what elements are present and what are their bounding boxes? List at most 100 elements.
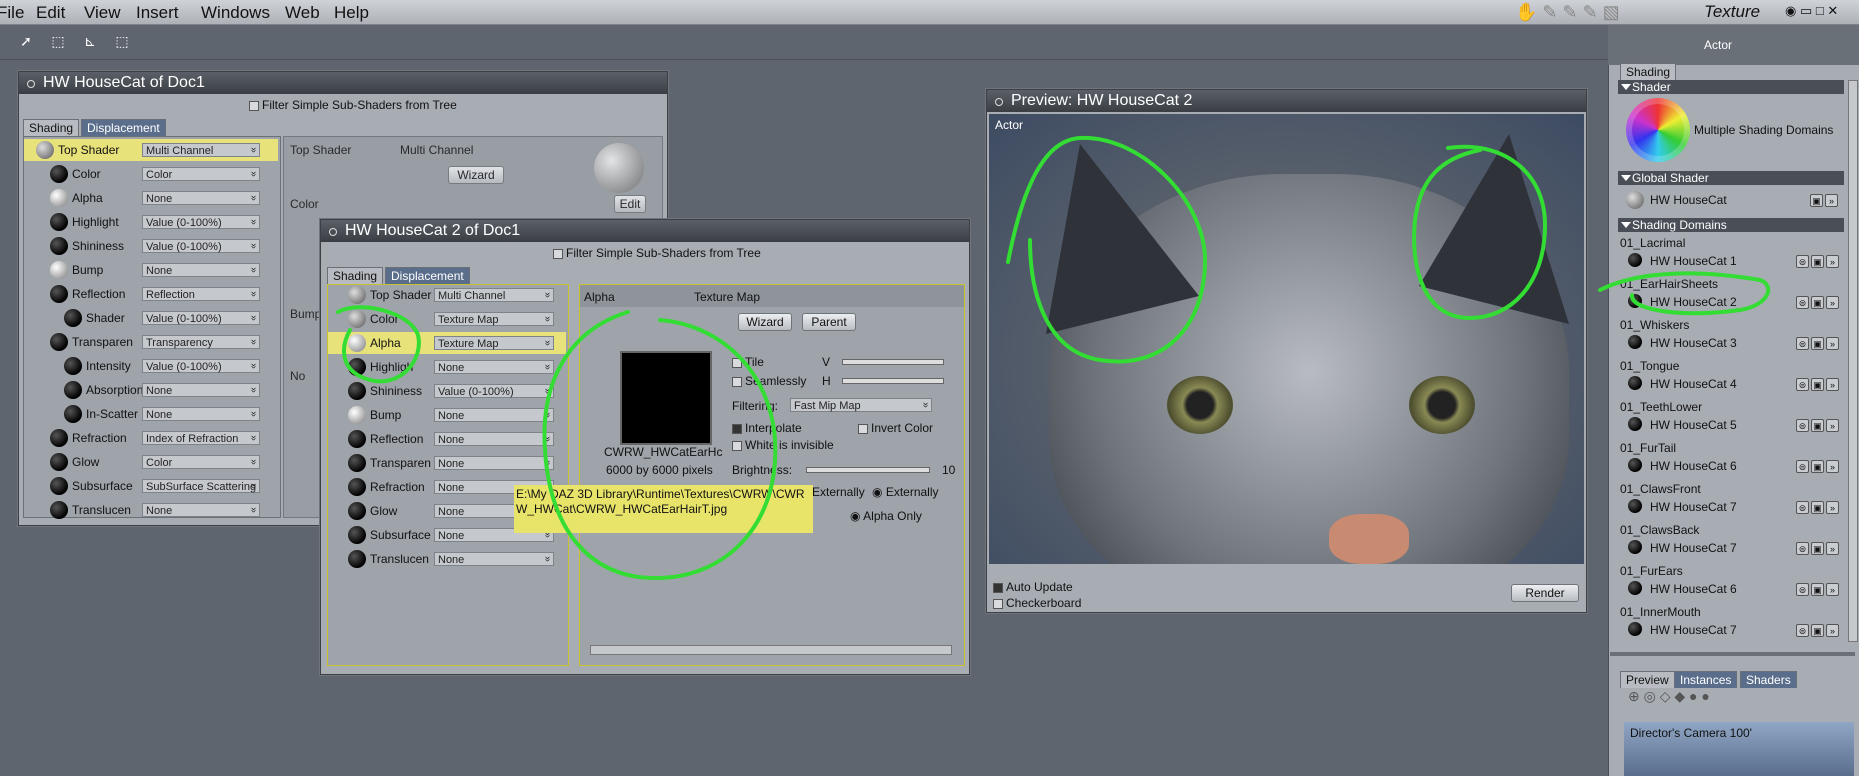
domain-shader-name[interactable]: HW HouseCat 4 <box>1650 377 1737 391</box>
h-slider[interactable] <box>842 378 944 384</box>
tab-shading-panel[interactable]: Shading <box>1620 63 1677 80</box>
tree-row-select[interactable]: Texture Map <box>434 336 554 350</box>
tree-row-select[interactable]: None <box>142 191 260 205</box>
shader-section[interactable]: Shader <box>1618 80 1844 94</box>
global-shader-name[interactable]: HW HouseCat <box>1650 193 1727 207</box>
tree-row[interactable]: Color Color <box>24 163 278 185</box>
tree-row-select[interactable]: Multi Channel <box>142 143 260 157</box>
tree-row-select[interactable]: SubSurface Scattering <box>142 479 260 493</box>
shading-domain-item[interactable]: 01_Tongue HW HouseCat 4 ⊜ ▣» <box>1620 357 1840 397</box>
menu-help[interactable]: Help <box>334 3 369 23</box>
domain-shader-name[interactable]: HW HouseCat 6 <box>1650 459 1737 473</box>
tree-row[interactable]: Highlight Value (0-100%) <box>24 211 278 233</box>
tab-shading[interactable]: Shading <box>23 119 80 136</box>
tree-row-select[interactable]: Value (0-100%) <box>142 311 260 325</box>
checkbox-icon[interactable] <box>553 248 563 259</box>
tree-row[interactable]: Refraction Index of Refraction <box>24 427 278 449</box>
tree-row[interactable]: Shininess Value (0-100%) <box>328 380 566 402</box>
domain-buttons[interactable]: ⊜ ▣» <box>1796 295 1848 309</box>
domain-buttons[interactable]: ⊜ ▣» <box>1796 459 1848 473</box>
tree-row[interactable]: Transparen Transparency <box>24 331 278 353</box>
tree-row[interactable]: Alpha Texture Map <box>328 332 566 354</box>
tree-row[interactable]: Top Shader Multi Channel <box>328 284 566 306</box>
domain-shader-name[interactable]: HW HouseCat 2 <box>1650 295 1737 309</box>
white-invisible-checkbox[interactable]: White is invisible <box>732 438 834 452</box>
tab-preview[interactable]: Preview <box>1620 671 1675 688</box>
externally-radio[interactable]: ◉ Externally <box>872 485 939 499</box>
tree-row-select[interactable]: None <box>142 263 260 277</box>
box-select-icon[interactable]: ⬚ <box>48 31 68 51</box>
invert-color-checkbox[interactable]: Invert Color <box>858 421 933 435</box>
tree-row[interactable]: Reflection None <box>328 428 566 450</box>
tree-row[interactable]: Highligh None <box>328 356 566 378</box>
v-slider[interactable] <box>842 359 944 365</box>
filter-checkbox[interactable]: Filter Simple Sub-Shaders from Tree <box>553 246 761 260</box>
shading-domains-section[interactable]: Shading Domains <box>1618 218 1844 232</box>
tree-row[interactable]: Color Texture Map <box>328 308 566 330</box>
tree-row[interactable]: Glow Color <box>24 451 278 473</box>
menu-windows[interactable]: Windows <box>201 3 270 23</box>
tree-row-select[interactable]: Value (0-100%) <box>142 239 260 253</box>
shading-domain-item[interactable]: 01_EarHairSheets HW HouseCat 2 ⊜ ▣» <box>1620 275 1840 315</box>
window-titlebar[interactable]: HW HouseCat of Doc1 <box>19 72 667 94</box>
close-dot-icon[interactable] <box>995 98 1003 106</box>
rotate-tool-icon[interactable]: ⊾ <box>80 31 100 51</box>
shading-domain-item[interactable]: 01_ClawsBack HW HouseCat 7 ⊜ ▣» <box>1620 521 1840 561</box>
tree-row-select[interactable]: Value (0-100%) <box>142 359 260 373</box>
domain-buttons[interactable]: ⊜ ▣» <box>1796 336 1848 350</box>
shading-domain-item[interactable]: 01_FurTail HW HouseCat 6 ⊜ ▣» <box>1620 439 1840 479</box>
domain-shader-name[interactable]: HW HouseCat 1 <box>1650 254 1737 268</box>
close-dot-icon[interactable] <box>329 228 337 236</box>
close-dot-icon[interactable] <box>27 80 35 88</box>
tree-row-select[interactable]: Color <box>142 455 260 469</box>
domain-buttons[interactable]: ⊜ ▣» <box>1796 254 1848 268</box>
window-titlebar[interactable]: Preview: HW HouseCat 2 <box>987 90 1586 112</box>
tree-row[interactable]: Bump None <box>328 404 566 426</box>
menu-view[interactable]: View <box>84 3 121 23</box>
texture-thumbnail[interactable] <box>620 351 712 445</box>
tab-displacement[interactable]: Displacement <box>81 119 166 136</box>
tree-row[interactable]: Subsurface SubSurface Scattering <box>24 475 278 497</box>
edit-button[interactable]: Edit <box>614 195 646 213</box>
wizard-button[interactable]: Wizard <box>738 313 792 331</box>
domain-buttons[interactable]: ⊜ ▣» <box>1796 377 1848 391</box>
tree-row[interactable]: Shader Value (0-100%) <box>24 307 278 329</box>
tree-row[interactable]: Bump None <box>24 259 278 281</box>
tree-row-select[interactable]: Color <box>142 167 260 181</box>
tree-row-select[interactable]: None <box>434 360 554 374</box>
tree-row-select[interactable]: Multi Channel <box>434 288 554 302</box>
domain-buttons[interactable]: ⊜ ▣» <box>1796 500 1848 514</box>
domain-shader-name[interactable]: HW HouseCat 7 <box>1650 500 1737 514</box>
tree-row[interactable]: Absorption None <box>24 379 278 401</box>
domain-shader-name[interactable]: HW HouseCat 5 <box>1650 418 1737 432</box>
window-controls[interactable]: ◉ ▭ □ ✕ <box>1785 3 1838 19</box>
tree-row[interactable]: Alpha None <box>24 187 278 209</box>
seamless-checkbox[interactable]: Seamlessly <box>732 374 806 388</box>
shading-domain-item[interactable]: 01_Lacrimal HW HouseCat 1 ⊜ ▣» <box>1620 234 1840 274</box>
domain-shader-name[interactable]: HW HouseCat 7 <box>1650 541 1737 555</box>
tree-row-select[interactable]: Index of Refraction <box>142 431 260 445</box>
tile-checkbox[interactable]: Tile <box>732 355 764 369</box>
shading-domain-item[interactable]: 01_ClawsFront HW HouseCat 7 ⊜ ▣» <box>1620 480 1840 520</box>
tree-row-select[interactable]: Transparency <box>142 335 260 349</box>
tree-row-select[interactable]: Value (0-100%) <box>142 215 260 229</box>
channel-type[interactable]: Texture Map <box>694 290 760 304</box>
tree-row[interactable]: Transparen None <box>328 452 566 474</box>
shading-domain-item[interactable]: 01_Whiskers HW HouseCat 3 ⊜ ▣» <box>1620 316 1840 356</box>
tab-shading[interactable]: Shading <box>327 267 384 284</box>
render-button[interactable]: Render <box>1511 584 1579 602</box>
tree-row[interactable]: In-Scatter None <box>24 403 278 425</box>
tree-row-select[interactable]: None <box>142 383 260 397</box>
interpolate-checkbox[interactable]: Interpolate <box>732 421 802 435</box>
menu-file[interactable]: File <box>0 3 24 23</box>
tree-row[interactable]: Translucen None <box>24 499 278 521</box>
shading-domain-item[interactable]: 01_FurEars HW HouseCat 6 ⊜ ▣» <box>1620 562 1840 602</box>
render-preview[interactable]: Actor <box>989 114 1584 564</box>
tree-row-select[interactable]: Reflection <box>142 287 260 301</box>
shading-domain-item[interactable]: 01_TeethLower HW HouseCat 5 ⊜ ▣» <box>1620 398 1840 438</box>
tree-row-select[interactable]: None <box>434 552 554 566</box>
scale-tool-icon[interactable]: ⬚ <box>112 31 132 51</box>
domain-buttons[interactable]: ⊜ ▣» <box>1796 541 1848 555</box>
tab-displacement[interactable]: Displacement <box>385 267 470 284</box>
parent-button[interactable]: Parent <box>802 313 856 331</box>
